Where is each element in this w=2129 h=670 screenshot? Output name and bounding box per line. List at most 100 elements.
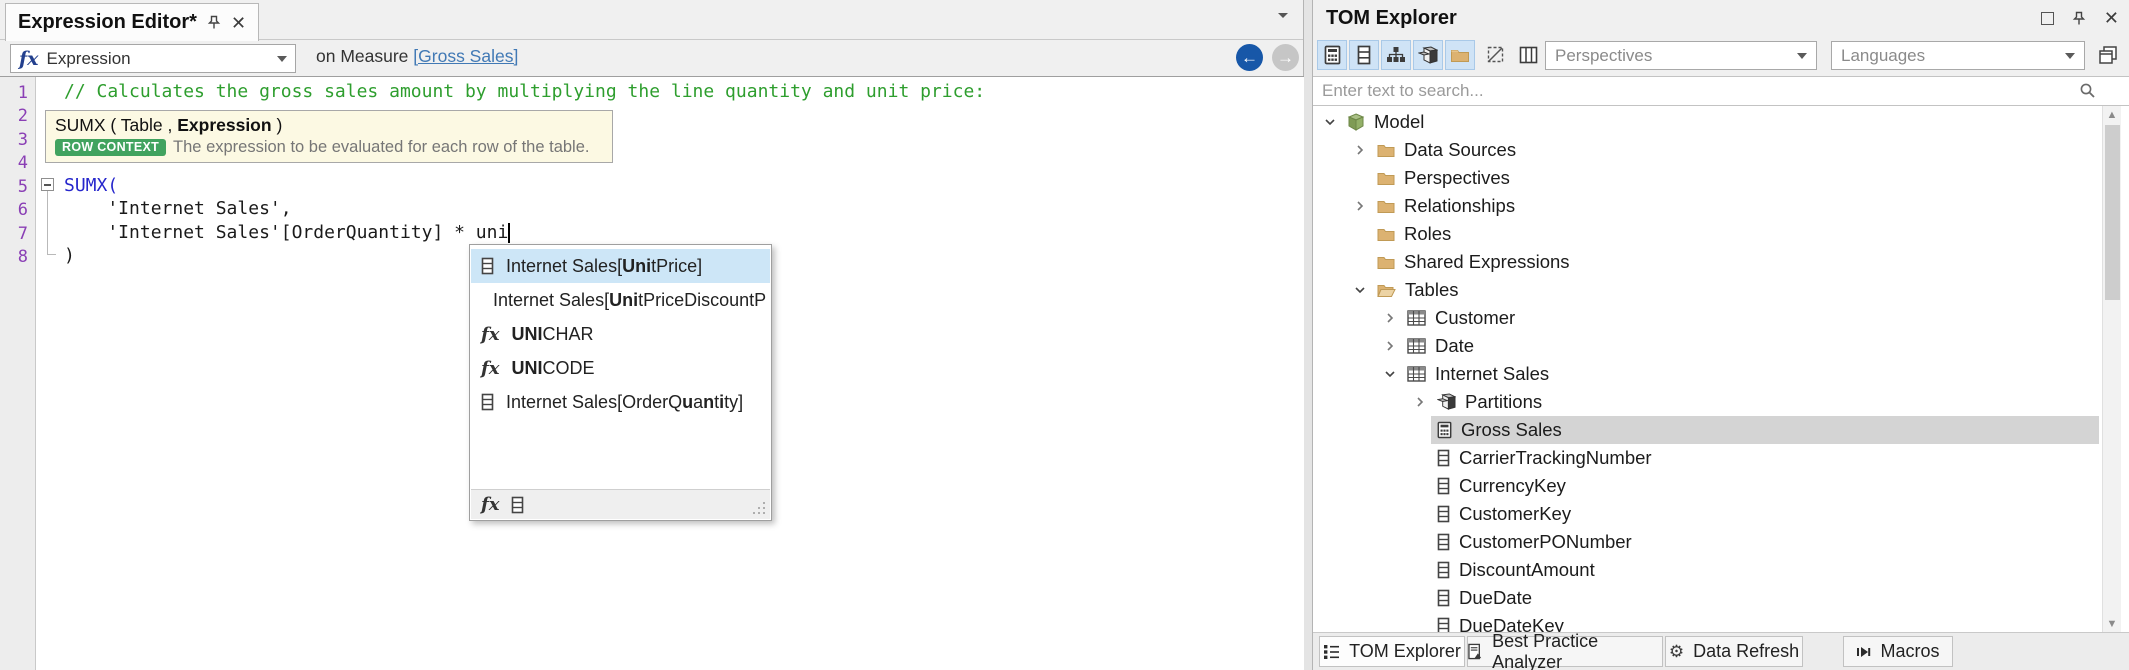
folder-icon (1450, 47, 1470, 63)
column-filter-icon[interactable] (511, 496, 524, 514)
tree-item-label: Roles (1404, 223, 1451, 245)
chevron-right-icon[interactable] (1353, 144, 1367, 156)
model-icon (1347, 113, 1365, 131)
forward-button[interactable]: → (1272, 44, 1299, 71)
intellisense-filter-bar: fx (471, 489, 770, 519)
chevron-down-icon[interactable] (1323, 116, 1337, 128)
tree-item-discountamount[interactable]: DiscountAmount (1313, 556, 2129, 584)
tree-item-date[interactable]: Date (1313, 332, 2129, 360)
tree-item-model[interactable]: Model (1313, 108, 2129, 136)
chevron-down-icon[interactable] (1353, 284, 1367, 296)
chevron-down-icon (2065, 53, 2075, 59)
line-number: 8 (4, 247, 28, 267)
tree-item-carriertrackingnumber[interactable]: CarrierTrackingNumber (1313, 444, 2129, 472)
intellisense-item[interactable]: fx UNICHAR (471, 317, 770, 351)
folder-open-icon (1377, 283, 1396, 298)
folder-icon (1377, 199, 1395, 214)
intellisense-item-label: Internet Sales[OrderQuantity] (506, 392, 743, 413)
intellisense-item[interactable]: Internet Sales[OrderQuantity] (471, 385, 770, 419)
tree-item-shared-expressions[interactable]: Shared Expressions (1313, 248, 2129, 276)
panel-menu-chevron-down-icon[interactable] (1277, 12, 1289, 20)
folder-icon (1377, 143, 1395, 158)
switch-windows-button[interactable] (2093, 40, 2123, 70)
intellisense-item[interactable]: Internet Sales[UnitPrice] (471, 249, 770, 283)
tab-tom-explorer[interactable]: TOM Explorer (1319, 636, 1465, 667)
tree-item-gross-sales[interactable]: Gross Sales (1313, 416, 2129, 444)
tree-item-perspectives[interactable]: Perspectives (1313, 164, 2129, 192)
code-line-7-text: 'Internet Sales'[OrderQuantity] * uni (64, 222, 508, 243)
show-measures-toggle[interactable] (1317, 40, 1347, 70)
tree-item-data-sources[interactable]: Data Sources (1313, 136, 2129, 164)
chevron-right-icon[interactable] (1383, 312, 1397, 324)
table-icon (1407, 366, 1426, 382)
close-icon[interactable]: ✕ (231, 14, 246, 32)
text-caret (508, 223, 510, 243)
tree-item-roles[interactable]: Roles (1313, 220, 2129, 248)
show-folders-toggle[interactable] (1445, 40, 1475, 70)
tab-best-practice-analyzer[interactable]: Best Practice Analyzer (1467, 636, 1663, 667)
tree-item-label: DueDate (1459, 587, 1532, 609)
column-icon (1357, 45, 1371, 65)
tree-item-internet-sales[interactable]: Internet Sales (1313, 360, 2129, 388)
tree-item-duedatekey[interactable]: DueDateKey (1313, 612, 2129, 632)
scroll-down-icon[interactable]: ▼ (2103, 615, 2121, 632)
scrollbar-thumb[interactable] (2105, 125, 2120, 300)
pin-icon[interactable] (2072, 11, 2086, 26)
maximize-icon[interactable] (2041, 12, 2054, 25)
tree-scrollbar[interactable]: ▲ ▼ (2102, 106, 2121, 632)
chevron-right-icon[interactable] (1353, 200, 1367, 212)
gross-sales-link[interactable]: [Gross Sales] (413, 46, 518, 66)
intellisense-item[interactable]: fx UNICODE (471, 351, 770, 385)
show-hidden-toggle[interactable] (1481, 40, 1511, 70)
search-input[interactable] (1313, 77, 2073, 105)
show-hierarchies-toggle[interactable] (1381, 40, 1411, 70)
tab-macros[interactable]: Macros (1843, 636, 1953, 667)
column-view-toggle[interactable] (1513, 40, 1543, 70)
expression-property-dropdown[interactable]: fx Expression (10, 44, 296, 73)
resize-grip[interactable] (753, 502, 765, 514)
tree-item-partitions[interactable]: Partitions (1313, 388, 2129, 416)
play-icon (1856, 645, 1871, 659)
tree-item-customer[interactable]: Customer (1313, 304, 2129, 332)
close-icon[interactable]: ✕ (2104, 9, 2119, 27)
column-icon (1437, 449, 1450, 467)
languages-dropdown[interactable]: Languages (1831, 41, 2085, 70)
column-icon (1437, 617, 1450, 632)
intellisense-item-label: Internet Sales[UnitPrice] (506, 256, 702, 277)
expression-editor-tab[interactable]: Expression Editor* ✕ (5, 3, 259, 41)
tree-item-customerponumber[interactable]: CustomerPONumber (1313, 528, 2129, 556)
tree-item-currencykey[interactable]: CurrencyKey (1313, 472, 2129, 500)
dax-code-editor[interactable]: 1 2 3 4 5 6 7 8 // Calculates the gross … (0, 76, 1304, 670)
tree-item-tables[interactable]: Tables (1313, 276, 2129, 304)
tree-item-label: Date (1435, 335, 1474, 357)
chevron-down-icon[interactable] (1383, 368, 1397, 380)
intellisense-item-label: UNICODE (511, 358, 594, 379)
tree-item-label: CustomerKey (1459, 503, 1571, 525)
parameter-description: The expression to be evaluated for each … (173, 138, 589, 157)
signature-post: ) (272, 115, 283, 135)
table-icon (1407, 310, 1426, 326)
signature-pre: SUMX ( Table , (55, 115, 177, 135)
chevron-right-icon[interactable] (1383, 340, 1397, 352)
fold-guide-line (47, 191, 48, 255)
perspectives-dropdown[interactable]: Perspectives (1545, 41, 1817, 70)
search-icon[interactable] (2079, 82, 2097, 100)
tree-item-customerkey[interactable]: CustomerKey (1313, 500, 2129, 528)
pin-icon[interactable] (207, 15, 221, 30)
folder-icon (1377, 171, 1395, 186)
tab-data-refresh[interactable]: ⚙ Data Refresh (1665, 636, 1803, 667)
tree-item-duedate[interactable]: DueDate (1313, 584, 2129, 612)
chevron-down-icon (277, 56, 287, 62)
show-partitions-toggle[interactable] (1413, 40, 1443, 70)
intellisense-popup: Internet Sales[UnitPrice] Internet Sales… (469, 244, 772, 521)
tree-item-label: Relationships (1404, 195, 1515, 217)
show-columns-toggle[interactable] (1349, 40, 1379, 70)
tree-item-relationships[interactable]: Relationships (1313, 192, 2129, 220)
back-button[interactable]: ← (1236, 44, 1263, 71)
tree-item-label: DiscountAmount (1459, 559, 1595, 581)
scroll-up-icon[interactable]: ▲ (2103, 106, 2121, 123)
intellisense-item[interactable]: Internet Sales[UnitPriceDiscountP (471, 283, 770, 317)
fold-collapse-icon[interactable] (41, 178, 54, 191)
chevron-right-icon[interactable] (1413, 396, 1427, 408)
function-filter-icon[interactable]: fx (481, 494, 499, 515)
